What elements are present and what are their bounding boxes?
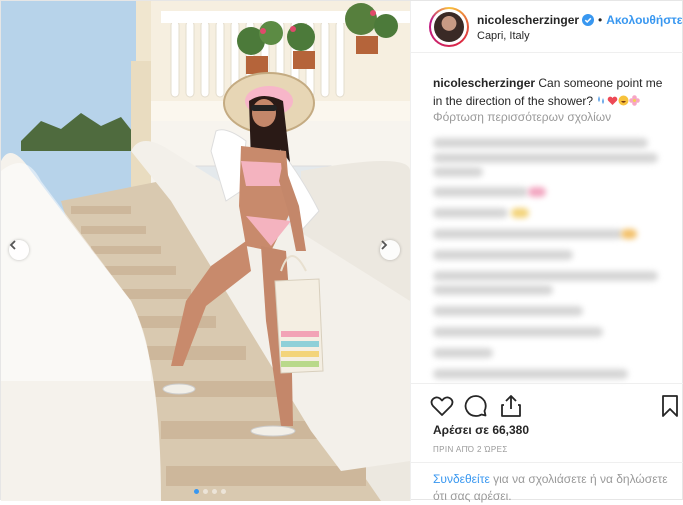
verified-badge-icon xyxy=(582,14,595,26)
blurred-comment xyxy=(433,187,528,197)
carousel-dot xyxy=(203,489,208,494)
blurred-comment xyxy=(433,167,483,177)
carousel-dot xyxy=(212,489,217,494)
login-prompt: Συνδεθείτε για να σχολιάσετε ή να δηλώσε… xyxy=(411,462,683,503)
blurred-comment xyxy=(433,306,583,316)
location-link[interactable]: Capri, Italy xyxy=(477,30,530,42)
blurred-comment xyxy=(433,138,648,148)
post-photo[interactable] xyxy=(1,1,410,501)
bookmark-icon xyxy=(662,395,678,417)
post-side-panel: nicolescherzinger • Ακολουθήστε Capri, I… xyxy=(410,1,683,503)
blurred-comment xyxy=(433,285,553,295)
blurred-comment xyxy=(433,369,628,379)
chevron-left-icon xyxy=(9,240,16,250)
load-more-comments-link[interactable]: Φόρτωση περισσότερων σχολίων xyxy=(433,110,611,124)
comment-button[interactable] xyxy=(463,393,489,419)
post-header: nicolescherzinger • Ακολουθήστε Capri, I… xyxy=(411,1,683,53)
blossom-emoji xyxy=(629,93,641,111)
follow-button[interactable]: Ακολουθήστε xyxy=(606,13,682,27)
blurred-emoji xyxy=(621,229,637,239)
carousel-prev-button[interactable] xyxy=(9,240,29,260)
save-button[interactable] xyxy=(657,393,683,419)
carousel-dot xyxy=(194,489,199,494)
caption-username[interactable]: nicolescherzinger xyxy=(433,76,535,90)
blurred-comment xyxy=(433,153,658,163)
header-separator: • xyxy=(598,13,603,27)
login-link[interactable]: Συνδεθείτε xyxy=(433,472,490,486)
post-timestamp[interactable]: ΠΡΙΝ ΑΠΌ 2 ΏΡΕΣ xyxy=(433,445,508,454)
photo-scene xyxy=(1,1,410,501)
post-caption: nicolescherzinger Can someone point me i… xyxy=(433,74,673,111)
laughing-emoji xyxy=(618,93,629,111)
carousel-next-button[interactable] xyxy=(380,240,400,260)
avatar-ring-gap xyxy=(431,9,467,45)
avatar-image xyxy=(434,12,464,42)
blurred-emoji xyxy=(528,187,546,197)
share-button[interactable] xyxy=(498,393,524,419)
heart-outline-icon xyxy=(430,396,454,416)
blurred-comment xyxy=(433,208,508,218)
chevron-right-icon xyxy=(381,240,388,250)
blurred-comment xyxy=(433,229,623,239)
carousel-indicator xyxy=(194,489,226,494)
like-button[interactable] xyxy=(429,393,455,419)
blurred-comment xyxy=(433,271,658,281)
blurred-comment xyxy=(433,250,573,260)
droplets-emoji xyxy=(596,93,607,111)
likes-count[interactable]: Αρέσει σε 66,380 xyxy=(433,423,529,437)
comment-bubble-icon xyxy=(464,395,487,417)
blurred-emoji xyxy=(511,208,529,218)
avatar[interactable] xyxy=(429,7,469,47)
instagram-post: nicolescherzinger • Ακολουθήστε Capri, I… xyxy=(0,0,683,503)
carousel-dot xyxy=(221,489,226,494)
username-link[interactable]: nicolescherzinger xyxy=(477,13,579,27)
share-upload-icon xyxy=(501,395,521,417)
heart-emoji xyxy=(607,93,618,111)
blurred-comment xyxy=(433,348,493,358)
blurred-comment xyxy=(433,327,603,337)
post-actions: Αρέσει σε 66,380 ΠΡΙΝ ΑΠΌ 2 ΏΡΕΣ Συνδεθε… xyxy=(411,383,683,503)
username-row: nicolescherzinger • Ακολουθήστε xyxy=(477,13,682,27)
